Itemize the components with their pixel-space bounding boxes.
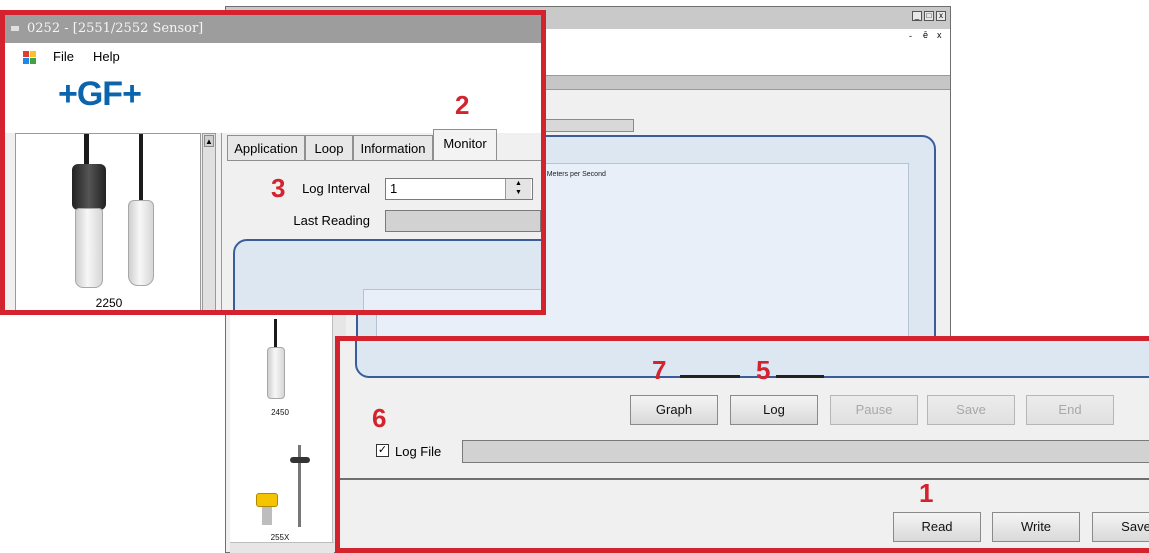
zoom-callout-bottom: Graph Log Pause Save End ✓ Log File Read… [335,336,1149,553]
sensor-2450-cable [274,319,277,349]
sensor-2250b-image[interactable] [128,200,154,286]
step-number-1: 1 [919,478,934,508]
step-number-3: 3 [271,173,286,203]
product-image-panel: 2250 [15,133,201,310]
product-label-2450: 2450 [271,408,289,417]
spin-down-icon[interactable]: ▼ [506,188,531,197]
sensor-2250-image[interactable] [75,208,103,288]
minimize-button[interactable]: _ [912,11,922,21]
log-file-path [462,440,1149,463]
sensor-2250b-cable [139,134,143,204]
scroll-up-icon[interactable]: ▲ [204,135,214,147]
close-button[interactable]: x [936,11,946,21]
step-number-2: 2 [455,90,470,120]
log-interval-label: Log Interval [302,181,370,196]
window-title: 0252 - [2551/2552 Sensor] [5,15,541,43]
tab-monitor[interactable]: Monitor [433,129,497,160]
image-panel-scrollbar[interactable]: ▲ [202,133,216,310]
step-number-6: 6 [372,403,387,433]
monitor-chart-panel [233,239,541,310]
end-button[interactable]: End [1026,395,1114,425]
sensor-255x-image[interactable] [256,493,278,507]
product-list: 2450 255X [230,297,334,550]
graph-button[interactable]: Graph [630,395,718,425]
sensor-255x-body [262,507,272,525]
monitor-chart-plot [363,289,541,310]
system-menu-icon[interactable] [11,26,19,31]
tab-baseline [227,160,541,161]
gf-logo: +GF+ [58,75,142,113]
save-log-button[interactable]: Save [927,395,1015,425]
product-label-2250: 2250 [95,296,123,310]
save-button[interactable]: Save [1092,512,1149,542]
read-button[interactable]: Read [893,512,981,542]
product-label-255x: 255X [270,533,290,542]
sensor-2450-image[interactable] [267,347,285,399]
mdi-minimize-button[interactable]: - [909,31,912,41]
menu-help[interactable]: Help [93,49,120,64]
log-file-checkbox[interactable]: ✓ [376,444,389,457]
log-interval-spinner[interactable]: ▲ ▼ [505,179,531,199]
log-file-label: Log File [395,444,442,459]
write-button[interactable]: Write [992,512,1080,542]
zoom-callout-top: 0252 - [2551/2552 Sensor] File Help +GF+… [0,10,546,315]
product-list-hscrollbar[interactable] [230,542,334,553]
step-number-7: 7 [652,355,667,385]
pointer-line-7 [680,375,740,378]
panel-divider[interactable] [221,133,222,310]
step-number-5: 5 [756,355,771,385]
last-reading-label: Last Reading [293,213,370,228]
tab-application[interactable]: Application [227,135,305,160]
sensor-2250-nut [72,164,106,210]
mdi-restore-button[interactable]: ē [923,30,928,40]
last-reading-field [385,210,541,232]
pause-button[interactable]: Pause [830,395,918,425]
pointer-line-5 [776,375,824,378]
menu-file[interactable]: File [53,49,74,64]
chart-panel-bottom [355,341,1149,378]
sensor-255x-clip [290,457,310,463]
footer-separator [340,478,1149,480]
tab-loop[interactable]: Loop [305,135,353,160]
app-icon [23,51,36,64]
spin-up-icon[interactable]: ▲ [506,179,531,188]
sensor-2250-cable [84,134,89,166]
log-button[interactable]: Log [730,395,818,425]
tab-information[interactable]: Information [353,135,433,160]
menu-bar: File Help [5,43,541,71]
maximize-button[interactable]: □ [924,11,934,21]
mdi-close-button[interactable]: x [937,30,942,40]
